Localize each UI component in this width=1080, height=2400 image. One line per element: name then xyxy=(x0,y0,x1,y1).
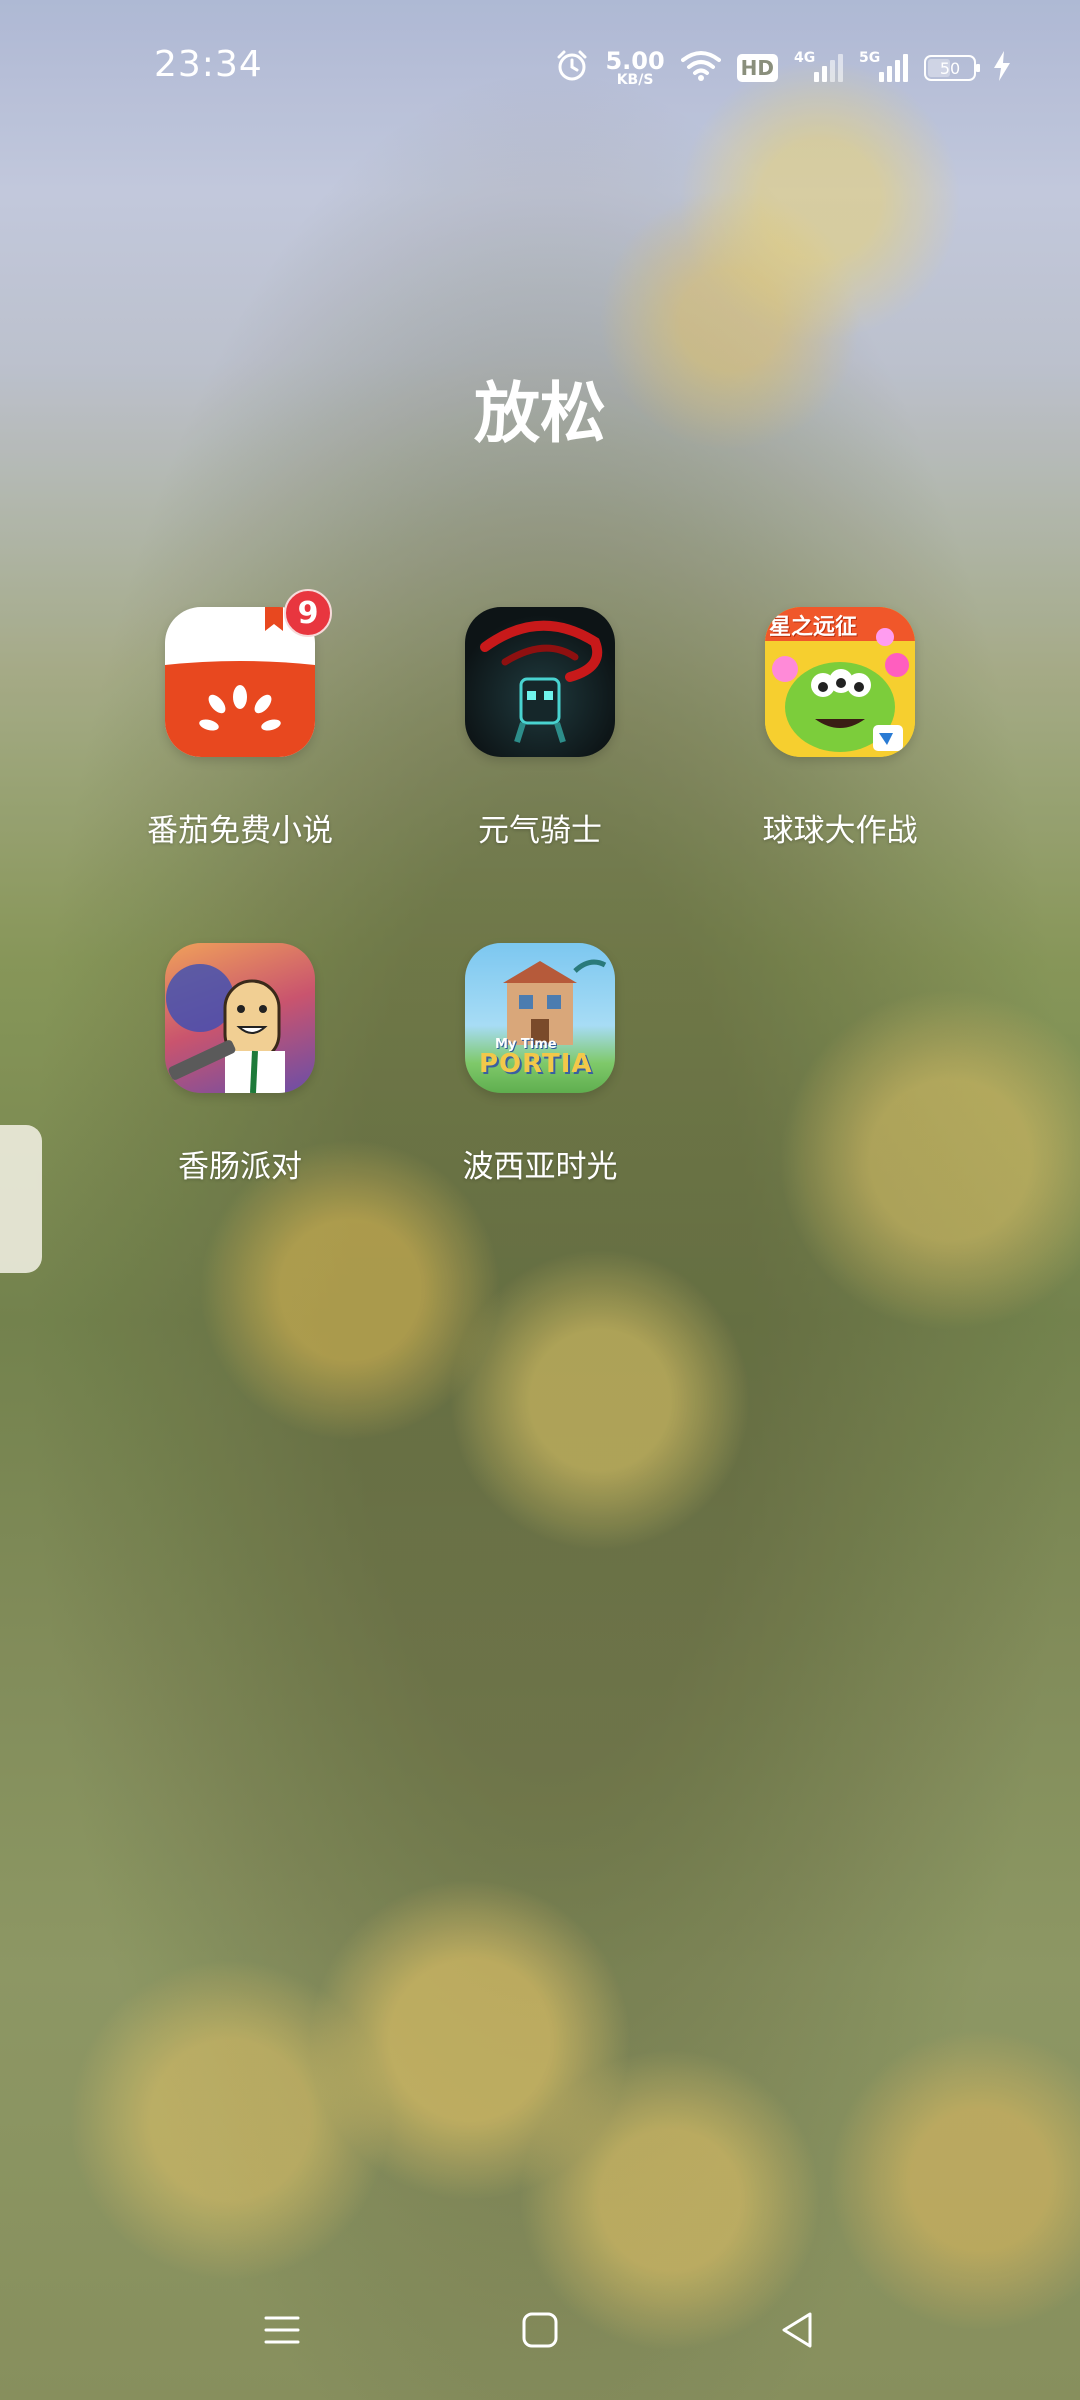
notification-badge: 9 xyxy=(284,589,332,637)
folder-title[interactable]: 放松 xyxy=(0,360,1080,456)
app-sausage-party[interactable]: 香肠派对 xyxy=(90,943,390,1186)
menu-button[interactable] xyxy=(252,2300,312,2360)
app-tomato-novel[interactable]: 9 番茄免费小说 xyxy=(90,589,390,850)
wifi-icon xyxy=(680,50,721,86)
menu-icon xyxy=(264,2316,300,2344)
app-label: 番茄免费小说 xyxy=(147,813,333,849)
signal-sim2-icon: 5G xyxy=(859,50,908,82)
signal-sim1-icon: 4G xyxy=(794,50,843,82)
soul-knight-icon xyxy=(465,607,615,757)
ball-battle-icon-text: 星之远征 xyxy=(769,615,858,640)
my-time-at-portia-icon: My Time PORTIA xyxy=(465,943,615,1093)
app-portia[interactable]: My Time PORTIA 波西亚时光 xyxy=(390,943,690,1186)
app-label: 香肠派对 xyxy=(178,1149,302,1185)
side-edge-handle[interactable] xyxy=(0,1125,42,1273)
network-speed: 5.00 KB/S xyxy=(605,47,665,88)
home-icon xyxy=(522,2312,558,2348)
app-label: 波西亚时光 xyxy=(462,1149,618,1185)
charging-bolt-icon xyxy=(992,50,1012,86)
status-time: 23:34 xyxy=(154,44,263,85)
back-icon xyxy=(782,2312,812,2348)
navigation-bar xyxy=(0,2270,1080,2400)
status-icons: 5.00 KB/S HD 4G 5G 50 xyxy=(555,46,1012,90)
portia-icon-text-main: PORTIA xyxy=(479,1049,593,1079)
ball-battle-icon: 星之远征 xyxy=(765,607,915,757)
home-button[interactable] xyxy=(510,2300,570,2360)
app-label: 球球大作战 xyxy=(762,813,918,849)
battery-icon: 50 xyxy=(924,55,980,81)
alarm-icon xyxy=(555,49,589,87)
status-bar: 23:34 5.00 KB/S HD 4G 5G 50 xyxy=(0,0,1080,140)
back-button[interactable] xyxy=(768,2300,828,2360)
app-ball-battle[interactable]: 星之远征 球球大作战 xyxy=(690,607,990,850)
hd-voice-icon: HD xyxy=(736,54,778,82)
app-label: 元气骑士 xyxy=(478,813,602,849)
sausage-party-icon xyxy=(165,943,315,1093)
app-soul-knight[interactable]: 元气骑士 xyxy=(390,607,690,850)
